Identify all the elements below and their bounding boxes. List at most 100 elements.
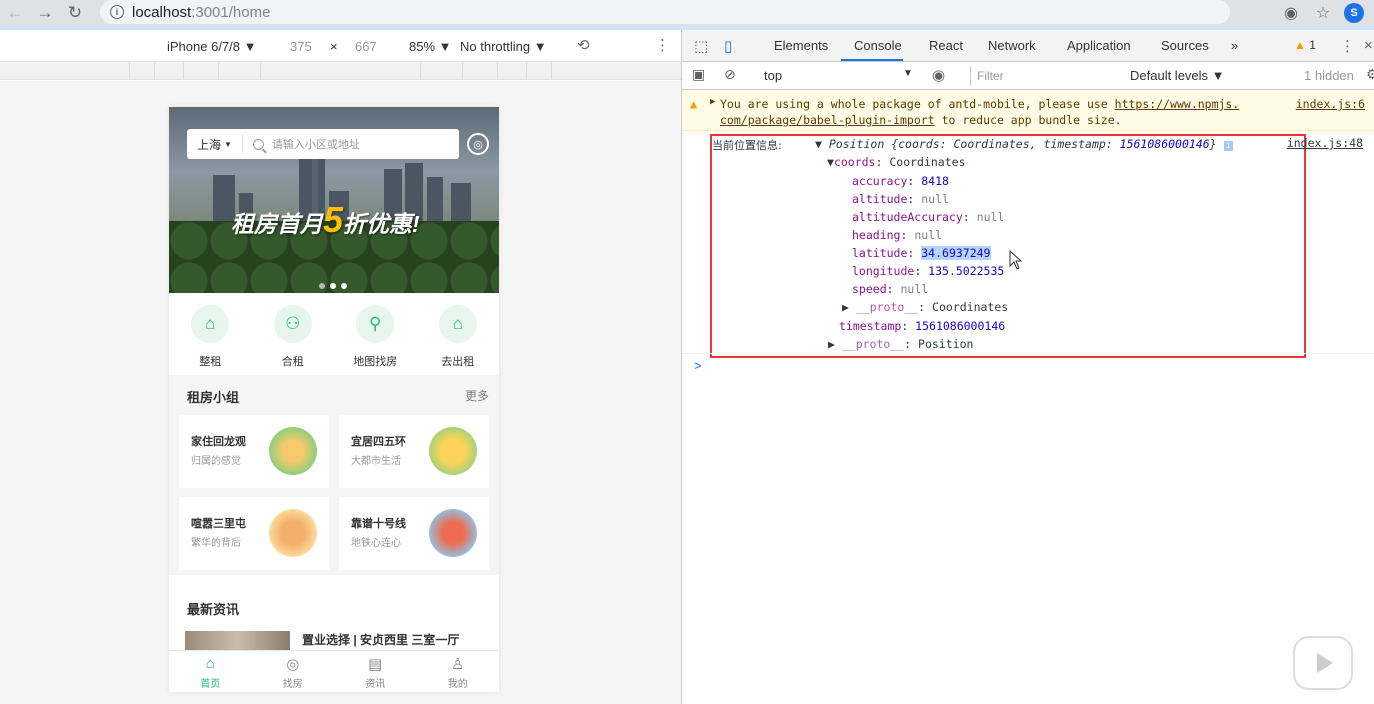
context-select[interactable]: top ▼	[758, 66, 918, 86]
more-tabs-button[interactable]: »	[1231, 38, 1238, 53]
coords-row[interactable]: ▼coords: Coordinates	[827, 155, 966, 169]
position-proto-row[interactable]: ▶ __proto__: Position	[828, 337, 973, 351]
group-illustration	[269, 509, 317, 557]
city-select[interactable]: 上海 ▼	[187, 135, 243, 153]
group-card[interactable]: 喧嚣三里屯 繁华的背后	[179, 497, 329, 570]
rotate-icon[interactable]: ⟲	[577, 36, 590, 54]
group-illustration	[429, 427, 477, 475]
position-summary[interactable]: ▼ Position {coords: Coordinates, timesta…	[815, 137, 1233, 151]
sidebar-toggle-icon[interactable]: ▣	[692, 66, 705, 83]
tab-profile[interactable]: ♙ 我的	[417, 651, 500, 692]
location-icon[interactable]: ◉	[1280, 2, 1302, 24]
zoom-select[interactable]: 85% ▼	[409, 39, 452, 54]
coords-proto-row[interactable]: ▶ __proto__: Coordinates	[842, 300, 1008, 314]
expand-arrow-icon[interactable]: ▶	[710, 97, 715, 107]
more-options-icon[interactable]: ⋮	[655, 36, 670, 54]
log-levels-select[interactable]: Default levels ▼	[1130, 68, 1225, 83]
nav-label: 整租	[199, 356, 222, 368]
back-icon[interactable]: ←	[0, 0, 30, 26]
clear-console-icon[interactable]: ⊘	[724, 66, 736, 83]
user-icon: ♙	[451, 656, 465, 673]
search-bar[interactable]: 上海 ▼ 请输入小区或地址	[187, 129, 459, 159]
group-card[interactable]: 宜居四五环 大都市生活	[339, 415, 489, 488]
reload-icon[interactable]: ↻	[60, 0, 90, 26]
house-pin-icon: ⌂	[438, 305, 477, 343]
tab-console[interactable]: Console	[854, 38, 902, 53]
news-thumbnail[interactable]	[185, 631, 290, 651]
news-section-title: 最新资讯	[187, 602, 240, 617]
log-label: 当前位置信息:	[712, 139, 782, 152]
info-icon[interactable]: i	[110, 5, 124, 19]
highlight-box	[710, 134, 1306, 358]
tab-application[interactable]: Application	[1067, 38, 1131, 53]
warning-link-cont[interactable]: com/package/babel-plugin-import	[720, 113, 935, 127]
banner-carousel[interactable]: 租房首月5折优惠! 上海 ▼ 请输入小区或地址 ◎	[169, 107, 499, 293]
group-name: 家住回龙观	[191, 436, 246, 448]
console-prompt[interactable]: >	[694, 358, 702, 373]
viewport-width-input[interactable]: 375	[290, 39, 312, 54]
console-settings-icon[interactable]: ⚙	[1366, 66, 1374, 83]
tab-react[interactable]: React	[929, 38, 963, 53]
tab-find-house[interactable]: ◎ 找房	[252, 651, 335, 692]
console-log-entry: 当前位置信息: ▼ Position {coords: Coordinates,…	[682, 131, 1374, 358]
news-headline[interactable]: 置业选择 | 安贞西里 三室一厅	[302, 631, 459, 648]
nav-shared-rent[interactable]: ⚇ 合租	[252, 293, 335, 373]
device-select[interactable]: iPhone 6/7/8 ▼	[167, 39, 257, 54]
map-icon[interactable]: ◎	[467, 133, 489, 155]
group-card[interactable]: 家住回龙观 归属的感觉	[179, 415, 329, 488]
tab-news[interactable]: ▤ 资讯	[334, 651, 417, 692]
tab-label: 我的	[447, 679, 468, 690]
mouse-cursor-icon	[1009, 250, 1023, 270]
warning-source-link[interactable]: index.js:6	[1296, 97, 1365, 111]
console-filter-input[interactable]: Filter	[970, 66, 1120, 86]
bookmark-star-icon[interactable]: ☆	[1312, 2, 1334, 24]
news-icon: ▤	[368, 656, 383, 673]
forward-icon[interactable]: →	[30, 0, 60, 26]
heading-row: heading: null	[852, 228, 943, 242]
more-link[interactable]: 更多	[465, 387, 489, 404]
group-card[interactable]: 靠谱十号线 地铁心连心	[339, 497, 489, 570]
browser-actions: ◉ ☆ S	[1280, 0, 1374, 26]
close-icon[interactable]: ×	[1364, 37, 1373, 54]
address-bar[interactable]: i localhost :3001/home	[100, 0, 1230, 24]
url-host: localhost	[132, 3, 192, 21]
group-name: 靠谱十号线	[351, 518, 406, 530]
warning-link[interactable]: https://www.npmjs.	[1115, 97, 1240, 111]
altitude-row: altitude: null	[852, 192, 949, 206]
timestamp-row: timestamp: 1561086000146	[839, 319, 1006, 333]
home-icon: ⌂	[205, 655, 215, 672]
log-source-link[interactable]: index.js:48	[1287, 136, 1363, 150]
tab-sources[interactable]: Sources	[1161, 38, 1209, 53]
banner-slogan: 租房首月5折优惠!	[231, 199, 420, 240]
live-expression-eye-icon[interactable]: ◉	[932, 66, 945, 84]
tab-home[interactable]: ⌂ 首页	[169, 651, 252, 692]
nav-rent-out[interactable]: ⌂ 去出租	[417, 293, 500, 373]
warning-counter[interactable]: ▲ 1	[1294, 38, 1316, 52]
group-desc: 归属的感觉	[191, 456, 241, 467]
tab-elements[interactable]: Elements	[774, 38, 828, 53]
section-title: 租房小组	[187, 390, 240, 405]
map-pin-icon: ⚲	[356, 305, 395, 343]
rent-groups-section: 租房小组 更多 家住回龙观 归属的感觉 宜居四五环 大都市生活 喧嚣三里屯 繁华…	[169, 375, 499, 575]
latitude-value-selected[interactable]: 34.6937249	[921, 246, 991, 260]
inspect-element-icon[interactable]: ⬚	[694, 37, 708, 55]
console-warning-message: ▲ ▶ You are using a whole package of ant…	[682, 91, 1374, 131]
warning-triangle-icon: ▲	[690, 97, 698, 111]
search-icon	[252, 138, 264, 150]
profile-avatar[interactable]: S	[1344, 3, 1364, 23]
group-illustration	[269, 427, 317, 475]
nav-whole-rent[interactable]: ⌂ 整租	[169, 293, 252, 373]
bottom-tab-bar: ⌂ 首页 ◎ 找房 ▤ 资讯 ♙ 我的	[169, 650, 499, 692]
video-play-icon[interactable]	[1293, 636, 1353, 690]
tab-network[interactable]: Network	[988, 38, 1036, 53]
group-illustration	[429, 509, 477, 557]
viewport-height-input[interactable]: 667	[355, 39, 377, 54]
throttling-select[interactable]: No throttling ▼	[460, 39, 547, 54]
devtools-panel: ⬚ ▯ Elements Console React Network Appli…	[681, 30, 1374, 704]
device-toggle-icon[interactable]: ▯	[724, 37, 732, 55]
nav-map-search[interactable]: ⚲ 地图找房	[334, 293, 417, 373]
devtools-menu-icon[interactable]: ⋮	[1340, 37, 1355, 55]
group-name: 喧嚣三里屯	[191, 518, 246, 530]
search-input[interactable]: 请输入小区或地址	[272, 136, 360, 152]
phone-screen: 租房首月5折优惠! 上海 ▼ 请输入小区或地址 ◎ ⌂ 整租 ⚇ 合租 ⚲ 地图找…	[169, 107, 499, 692]
